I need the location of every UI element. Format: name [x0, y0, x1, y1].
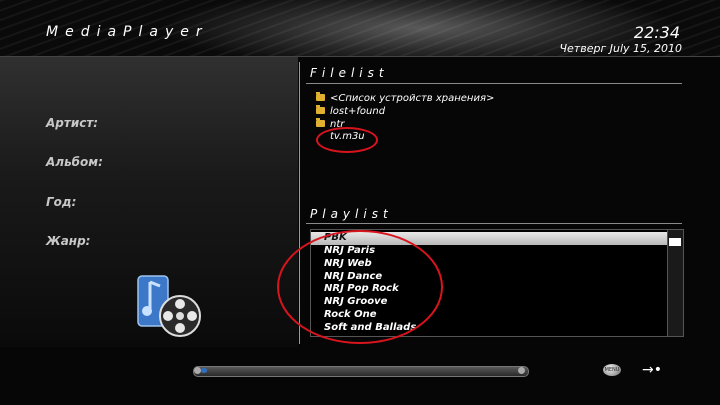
playlist-title: Playlist: [310, 207, 393, 221]
genre-label: Жанр:: [46, 234, 91, 248]
filelist-title: Filelist: [310, 66, 389, 80]
file-item-lost-found[interactable]: lost+found: [316, 105, 386, 119]
menu-button[interactable]: MENU: [603, 364, 621, 376]
folder-icon: [316, 105, 325, 114]
progress-end-cap: [518, 367, 525, 374]
file-item-label: lost+found: [330, 106, 386, 117]
media-player-icon: [137, 275, 201, 337]
folder-icon: [316, 118, 325, 127]
file-item-storage-list[interactable]: <Список устройств хранения>: [316, 92, 495, 106]
app-title: MediaPlayer: [46, 24, 209, 40]
playlist-scrollbar-thumb[interactable]: [669, 238, 681, 246]
year-label: Год:: [46, 195, 77, 209]
progress-fill: [201, 368, 207, 373]
next-arrow-button[interactable]: →•: [642, 362, 670, 378]
playlist-underline: [306, 223, 682, 224]
artist-label: Артист:: [46, 116, 99, 130]
progress-start-cap: [194, 367, 201, 374]
annotation-circle-playlist: [277, 230, 443, 344]
progress-bar[interactable]: [193, 366, 529, 377]
filelist-underline: [306, 83, 682, 84]
file-item-label: <Список устройств хранения>: [330, 93, 495, 104]
clock: 22:34: [633, 23, 680, 42]
folder-icon: [316, 92, 325, 101]
date-label: Четверг July 15, 2010: [559, 42, 683, 55]
album-label: Альбом:: [46, 155, 103, 169]
header-bar: MediaPlayer 22:34 Четверг July 15, 2010: [0, 0, 720, 57]
annotation-circle-file: [316, 127, 378, 153]
